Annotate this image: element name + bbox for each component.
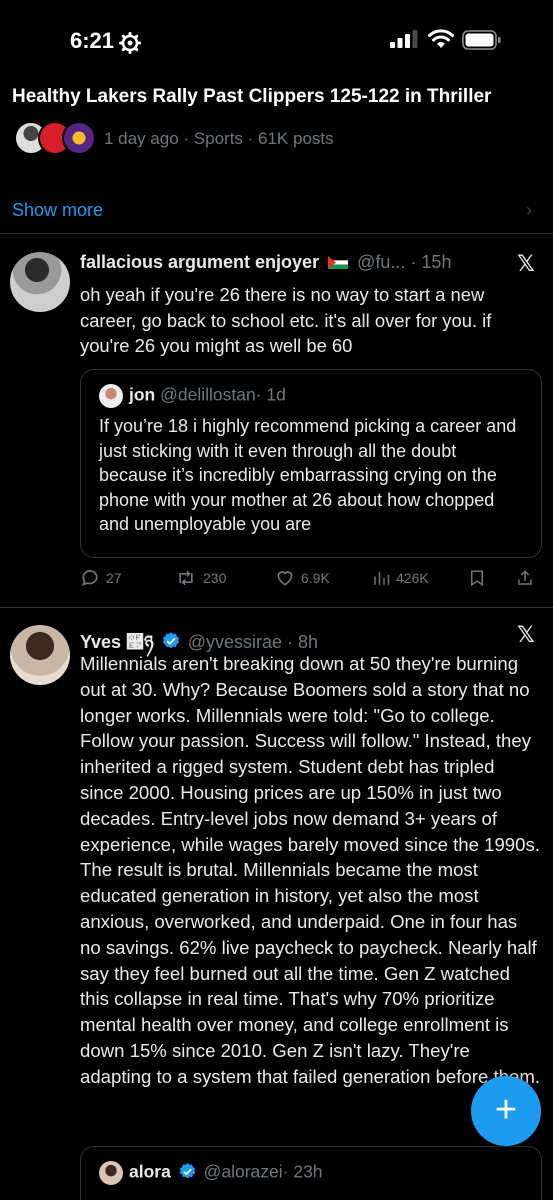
- quote-author-handle: @delillostan: [160, 384, 256, 405]
- chevron-right-icon[interactable]: ›: [526, 200, 532, 221]
- repost-button[interactable]: 230: [175, 568, 226, 588]
- views-button[interactable]: 426K: [372, 568, 429, 588]
- reply-icon: [81, 570, 98, 587]
- quote-time: · 1d: [255, 384, 286, 405]
- reply-button[interactable]: 27: [80, 568, 122, 588]
- compose-button[interactable]: +: [471, 1076, 541, 1146]
- quote-author-name: jon: [129, 384, 156, 405]
- divider: [0, 607, 553, 608]
- gear-icon: [119, 32, 141, 54]
- x-logo-icon: 𝕏: [517, 622, 535, 647]
- trend-meta: 1 day ago · Sports · 61K posts: [104, 129, 334, 148]
- tweet-time: · 8h: [287, 632, 319, 652]
- share-button[interactable]: [516, 568, 534, 588]
- author-handle[interactable]: @yvessirae: [188, 632, 282, 652]
- show-more-link[interactable]: Show more: [12, 200, 103, 221]
- tweet-text: Millennials aren't breaking down at 50 t…: [80, 653, 540, 1087]
- views-chart-icon: [374, 572, 390, 585]
- avatar: [99, 1161, 123, 1185]
- quoted-tweet[interactable]: jon @delillostan· 1d If you’re 18 i high…: [80, 369, 542, 558]
- tweet-time: · 15h: [410, 252, 452, 272]
- verified-badge-icon: [162, 632, 179, 649]
- quote-author-handle: @alorazei: [203, 1161, 283, 1182]
- tweet-header: fallacious argument enjoyer @fu... · 15h: [80, 252, 451, 273]
- bookmark-button[interactable]: [468, 568, 486, 588]
- x-logo-icon: 𝕏: [517, 251, 535, 276]
- quote-header: alora @alorazei· 23h: [99, 1161, 323, 1185]
- avatar[interactable]: [10, 625, 70, 685]
- author-handle[interactable]: @fu...: [357, 252, 405, 272]
- battery-icon: [462, 30, 501, 50]
- like-button[interactable]: 6.9K: [275, 568, 330, 588]
- avatar: [99, 384, 123, 408]
- status-bar: 6:21: [0, 0, 553, 80]
- tweet-text: oh yeah if you're 26 there is no way to …: [80, 284, 492, 357]
- quote-header: jon @delillostan· 1d: [99, 384, 286, 408]
- quoted-tweet[interactable]: alora @alorazei· 23h: [80, 1146, 542, 1200]
- palestine-flag-icon: [328, 256, 349, 269]
- author-name[interactable]: fallacious argument enjoyer: [80, 252, 319, 272]
- status-time: 6:21: [70, 28, 115, 53]
- quote-author-name: alora: [129, 1161, 171, 1182]
- divider: [0, 233, 553, 234]
- quote-text: If you’re 18 i highly recommend picking …: [99, 416, 517, 534]
- repost-icon: [179, 570, 193, 586]
- avatar: [62, 121, 96, 155]
- quote-time: · 23h: [282, 1161, 323, 1182]
- author-name[interactable]: Yves ࿧ཉ: [80, 632, 154, 652]
- verified-badge-icon: [179, 1162, 195, 1179]
- avatar[interactable]: [10, 252, 70, 312]
- trend-title[interactable]: Healthy Lakers Rally Past Clippers 125-1…: [12, 86, 491, 108]
- wifi-icon: [428, 29, 454, 48]
- repost-count: 230: [203, 570, 227, 586]
- like-count: 6.9K: [301, 570, 330, 586]
- share-icon: [518, 570, 532, 585]
- trend-avatars: [14, 121, 104, 155]
- heart-icon: [277, 571, 293, 586]
- cellular-signal-icon: [390, 30, 418, 48]
- tweet-actions: 27 230 6.9K 426K: [80, 568, 540, 592]
- reply-count: 27: [106, 570, 122, 586]
- bookmark-icon: [471, 570, 483, 587]
- plus-icon: +: [494, 1089, 518, 1131]
- view-count: 426K: [396, 570, 429, 586]
